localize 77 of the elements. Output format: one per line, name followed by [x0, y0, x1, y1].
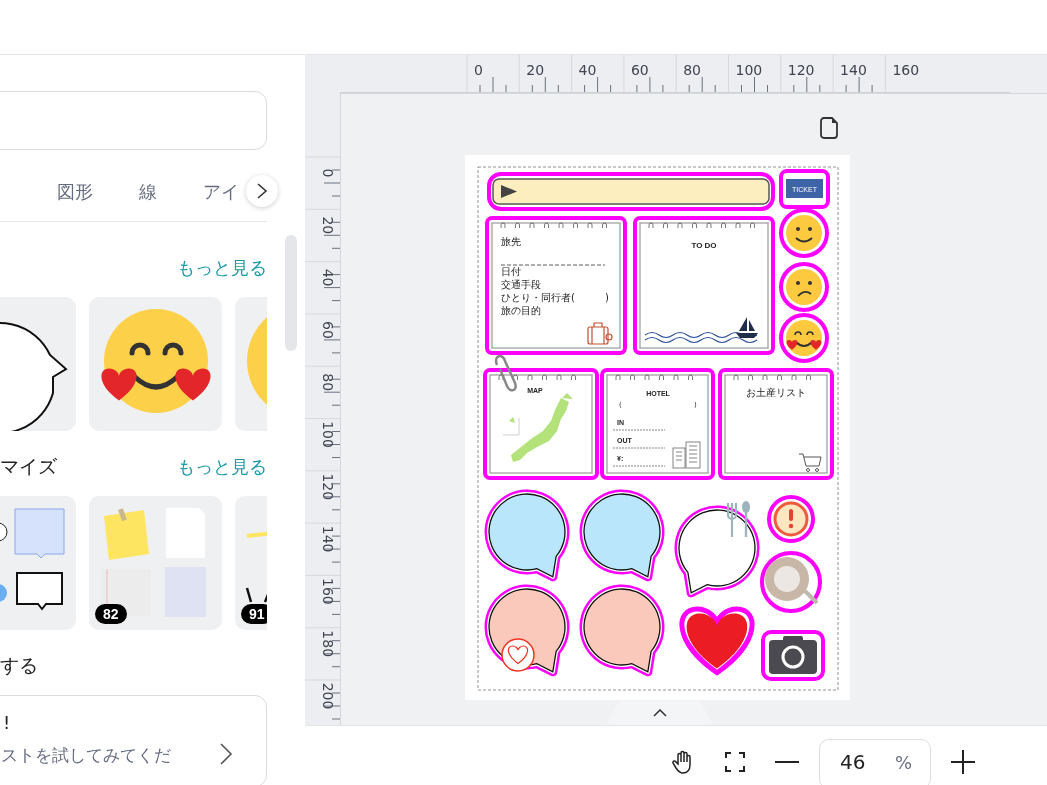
ruler-label: 160 — [320, 578, 336, 605]
cart-icon — [798, 453, 822, 472]
note-text: ひとり・同行者( — [501, 292, 575, 303]
promo-title: ! — [3, 712, 11, 733]
minus-icon — [775, 760, 799, 764]
ruler-label: 40 — [320, 268, 336, 287]
dashed-line — [612, 465, 666, 467]
tape-strip — [246, 531, 267, 538]
cutlery-icon — [726, 501, 750, 539]
ruler-label: 40 — [578, 62, 597, 78]
ticket-sticker — [779, 169, 830, 209]
ruler-label: 60 — [630, 62, 649, 78]
ruler-label: 160 — [892, 62, 920, 78]
dashed-line — [612, 429, 666, 431]
lined-paper-icon — [101, 568, 151, 617]
japan-map-drawing — [502, 393, 573, 462]
section-title: マイズ — [0, 454, 57, 479]
ruler-label: 120 — [320, 473, 336, 501]
ruler-label: 0 — [320, 168, 336, 178]
ruler-label: 140 — [840, 62, 867, 78]
section-title: する — [0, 653, 38, 678]
note-text: 旅先 — [501, 236, 521, 247]
ruler-label: 60 — [320, 321, 336, 339]
see-more-link[interactable]: もっと見る — [177, 455, 267, 479]
category-tab[interactable]: アイ — [203, 180, 239, 204]
ruler-label: 100 — [735, 62, 763, 78]
paperclip-icon — [494, 354, 517, 392]
chevron-right-icon — [219, 742, 233, 766]
ruler-label: 0 — [474, 62, 483, 78]
smiley-hearts-sticker — [779, 313, 829, 363]
page-icon[interactable] — [819, 116, 839, 140]
note-text: 日付 — [501, 266, 521, 277]
caret-up-icon — [652, 709, 667, 717]
exclamation-sticker — [767, 495, 815, 543]
sailboat-icon — [736, 317, 758, 338]
category-tab[interactable]: 線 — [139, 180, 157, 204]
promo-text: ストを試してみてくだ — [1, 744, 171, 767]
ruler-label: 80 — [683, 62, 702, 78]
search-field[interactable] — [0, 91, 267, 150]
ruler-label: 200 — [320, 682, 336, 710]
ruler-label: 120 — [787, 62, 815, 78]
see-more-link[interactable]: もっと見る — [177, 256, 267, 280]
ruler-label: 20 — [526, 62, 545, 78]
percent-unit: % — [894, 751, 912, 773]
ruler-label: 100 — [320, 421, 336, 448]
scrollbar[interactable] — [285, 235, 297, 351]
sticky-note-drawing — [104, 508, 149, 560]
plus-icon — [951, 750, 975, 774]
sticker-thumbnail[interactable] — [89, 297, 222, 431]
coffee-cup-photo — [760, 551, 822, 613]
scroll-right-button[interactable] — [246, 175, 278, 207]
note-text: 交通手段 — [501, 279, 541, 290]
ruler-label: 80 — [320, 373, 336, 392]
ruler-label: 20 — [320, 216, 336, 235]
sad-face-sticker — [779, 262, 829, 312]
dashed-line — [612, 447, 666, 449]
ruler-label: 180 — [320, 630, 336, 658]
note-title: TO DO — [691, 241, 717, 250]
note-title: お土産リスト — [746, 387, 806, 398]
ruler-label: 140 — [320, 525, 336, 553]
antenna-drawing — [245, 586, 267, 604]
fullscreen-icon — [724, 751, 746, 773]
sticker-thumbnail[interactable]: 91 — [235, 496, 267, 630]
count-badge: 82 — [95, 604, 127, 624]
hand-icon — [672, 750, 694, 774]
camera-sticker — [761, 630, 825, 681]
chevron-right-icon — [256, 182, 268, 200]
building-icon — [672, 441, 701, 469]
note-text: 旅の目的 — [501, 305, 541, 316]
category-tab[interactable]: 図形 — [57, 180, 93, 204]
heart-badge-icon — [501, 638, 535, 672]
note-text: ) — [605, 292, 609, 303]
suitcase-icon — [587, 322, 613, 345]
sticker-thumbnail[interactable]: 82 — [89, 496, 222, 630]
play-icon — [501, 185, 517, 198]
count-badge: 91 — [241, 604, 267, 624]
smiley-sticker — [779, 208, 829, 258]
